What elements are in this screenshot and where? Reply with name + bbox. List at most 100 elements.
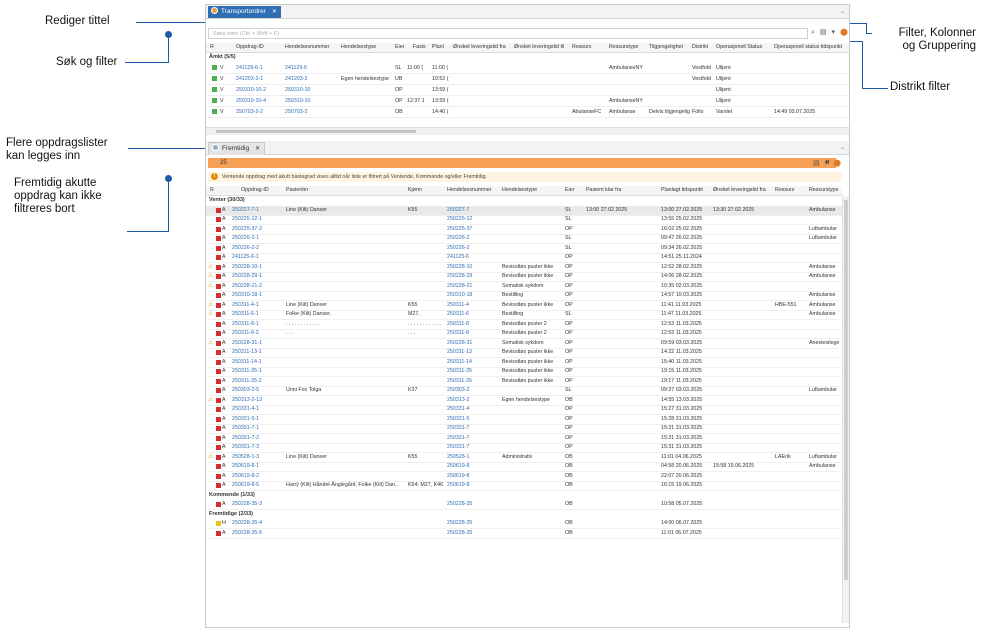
table-row[interactable]: A 250619-8-1 250619-8 OB 04:58 20.06.2025 15:…: [206, 462, 842, 472]
cell-id[interactable]: 250228-35-5: [232, 529, 262, 538]
table-row[interactable]: A 250311-13-1 250311-13 Bevisstløs puster i…: [206, 348, 842, 358]
column-header[interactable]: Kjønn: [408, 186, 422, 195]
table-row[interactable]: A 250619-8-2 250619-8 OB 22:07 20.06.2025: [206, 472, 842, 482]
chevron-down-icon[interactable]: ⌄: [840, 8, 845, 15]
cell-id[interactable]: 250225-12-1: [232, 215, 262, 224]
table-row[interactable]: V 250310-10-4 250310-10 OP 12:37 1 13:59 (Amb…: [206, 96, 849, 107]
cell-id[interactable]: 250228-29-1: [232, 272, 262, 281]
cell-id[interactable]: 250226-2-1: [232, 234, 259, 243]
cell-hn[interactable]: 250331-4: [447, 405, 469, 414]
cell-id[interactable]: 250303-2-5: [232, 386, 259, 395]
cell-id[interactable]: 250310-10-4: [236, 96, 266, 106]
column-header[interactable]: Eier: [565, 186, 574, 195]
table-row[interactable]: A 250226-2-2 250226-2 SL 09:34 26.02.2025: [206, 244, 842, 254]
cell-hn[interactable]: 250619-8: [447, 481, 469, 490]
cell-hn[interactable]: 250310-10: [285, 85, 310, 95]
cell-id[interactable]: 250311-35-2: [232, 377, 262, 386]
cell-id[interactable]: 250528-1-3: [232, 453, 259, 462]
cell-id[interactable]: 250619-8-1: [232, 462, 259, 471]
column-header[interactable]: Pasienter: [286, 186, 308, 195]
table-row[interactable]: A 250310-18-1 250310-18 Bestilling OP 14:57 1…: [206, 291, 842, 301]
column-header[interactable]: Hendelsestype: [341, 43, 376, 52]
column-header[interactable]: Oppdrag-ID: [236, 43, 264, 52]
cell-id[interactable]: 241203-2-1: [236, 74, 263, 84]
cell-id[interactable]: 250311-14-1: [232, 358, 262, 367]
table-row[interactable]: A 250225-12-1 250225-12 SL 13:55 25.02.2025: [206, 215, 842, 225]
table-row[interactable]: A 250303-2-5 Unni Fox Tolga K37 250303-2 SL 09…: [206, 386, 842, 396]
table-row[interactable]: A 250311-8-2 . . . . . . 250311-8 Bevisstløs …: [206, 329, 842, 339]
cell-hn[interactable]: 250311-8: [447, 329, 469, 338]
cell-hn[interactable]: 250331-7: [447, 443, 469, 452]
cell-id[interactable]: 250311-8-1: [232, 320, 259, 329]
group-header[interactable]: Venter (30/33): [209, 196, 245, 205]
cell-id[interactable]: 250619-8-2: [232, 472, 259, 481]
cell-hn[interactable]: 250228-10: [447, 263, 472, 272]
scrollbar-thumb[interactable]: [216, 130, 416, 133]
cell-hn[interactable]: 250310-18: [447, 291, 472, 300]
columns-icon[interactable]: ▤: [820, 29, 827, 36]
column-header[interactable]: R: [210, 43, 214, 52]
cell-hn[interactable]: 250619-8: [447, 472, 469, 481]
cell-id[interactable]: 250311-35-1: [232, 367, 262, 376]
cell-id[interactable]: 250331-7-1: [232, 424, 259, 433]
cell-hn[interactable]: 241203-2: [285, 74, 307, 84]
column-header[interactable]: Operasjonell Status: [716, 43, 762, 52]
column-header[interactable]: Fasis: [413, 43, 426, 52]
cell-id[interactable]: 250228-35-4: [232, 519, 262, 528]
table-row[interactable]: A 250331-4-1 250331-4 OP 15:27 31.03.2025: [206, 405, 842, 415]
column-header[interactable]: R: [210, 186, 214, 195]
tab-fremtidig[interactable]: Fremtidig ✕: [208, 142, 266, 155]
table-row[interactable]: A 250227-7-1 Line (Kilt) Danser K55 250227-7…: [206, 205, 842, 216]
cell-hn[interactable]: 250228-35: [447, 519, 472, 528]
cell-hn[interactable]: 250311-8: [447, 320, 469, 329]
active-filter-bar[interactable]: 25 ✕: [208, 158, 836, 168]
filter-icon[interactable]: ⬤: [840, 29, 848, 36]
cell-hn[interactable]: 250228-31: [447, 339, 472, 348]
column-header[interactable]: Planlagt tidspunkt: [661, 186, 703, 195]
table-row[interactable]: A 250619-8-5 Harrý (Kilt) Håndel-Ånglegård…: [206, 481, 842, 491]
table-row[interactable]: A 250331-7-1 250331-7 OP 15:31 31.03.2025: [206, 424, 842, 434]
cell-id[interactable]: 250311-13-1: [232, 348, 262, 357]
column-header[interactable]: Ønsket leveringstid fra: [713, 186, 766, 195]
cell-id[interactable]: 250703-2-2: [236, 107, 263, 117]
table-row[interactable]: ⚠ A 250311-4-1 Line (Kilt) Danser K55 250311-…: [206, 301, 842, 311]
table-row[interactable]: A 250225-37-2 250225-37 OP 16:02 25.02.2025 L…: [206, 225, 842, 235]
cell-id[interactable]: 250228-35-3: [232, 500, 262, 509]
column-header[interactable]: Ressurs: [572, 43, 591, 52]
cell-hn[interactable]: 250228-35: [447, 500, 472, 509]
cell-hn[interactable]: 250311-35: [447, 377, 472, 386]
table-row[interactable]: A 250311-8-1 . . . . . . . . . . . . . . . …: [206, 320, 842, 330]
column-header[interactable]: Ressurstype: [809, 186, 838, 195]
table-row[interactable]: A 241125-6-1 241125-6 OP 14:51 25.11.2024: [206, 253, 842, 263]
cell-hn[interactable]: 250226-2: [447, 234, 469, 243]
scrollbar-horizontal[interactable]: [206, 127, 849, 135]
cell-hn[interactable]: 250619-8: [447, 462, 469, 471]
cell-hn[interactable]: 250331-7: [447, 424, 469, 433]
column-header[interactable]: Planl: [432, 43, 444, 52]
column-header[interactable]: Hendelsestype: [502, 186, 537, 195]
cell-id[interactable]: 250225-37-2: [232, 225, 262, 234]
cell-id[interactable]: 250331-4-1: [232, 405, 259, 414]
cell-hn[interactable]: 250331-5: [447, 415, 469, 424]
close-icon[interactable]: ✕: [255, 146, 260, 152]
cell-hn[interactable]: 250310-10: [285, 96, 310, 106]
columns-icon[interactable]: ▤: [813, 160, 820, 167]
table-row[interactable]: ⚠ A 250311-6-1 Folke (Kilt) Danser, M27, 2503…: [206, 310, 842, 320]
cell-id[interactable]: 250228-21-2: [232, 282, 262, 291]
group-header[interactable]: Kommende (1/33): [209, 491, 255, 500]
cell-hn[interactable]: 241125-6: [447, 253, 469, 262]
table-row[interactable]: A 250331-5-1 250331-5 OP 15:28 31.03.2025: [206, 415, 842, 425]
cell-hn[interactable]: 250228-29: [447, 272, 472, 281]
column-header[interactable]: Ressurs: [775, 186, 794, 195]
cell-id[interactable]: 241125-6-1: [232, 253, 259, 262]
column-header[interactable]: Hendelsesnummer: [447, 186, 491, 195]
scrollbar-vertical[interactable]: [842, 196, 849, 623]
table-row[interactable]: ⚠ A 250228-21-2 250228-21 Somatisk sykdom OP 1…: [206, 282, 842, 292]
chevron-down-icon[interactable]: ▾: [825, 160, 829, 167]
table-row[interactable]: A 250228-35-3 250228-35 OB 10:58 05.07.2025: [206, 500, 842, 510]
filter-icon[interactable]: ⬤: [833, 160, 841, 167]
scrollbar-thumb[interactable]: [844, 200, 848, 580]
table-row[interactable]: V 250310-10-2 250310-10 OP 13:59 (Ulijent: [206, 85, 849, 96]
cell-hn[interactable]: 250311-4: [447, 301, 469, 310]
cell-id[interactable]: 250619-8-5: [232, 481, 259, 490]
